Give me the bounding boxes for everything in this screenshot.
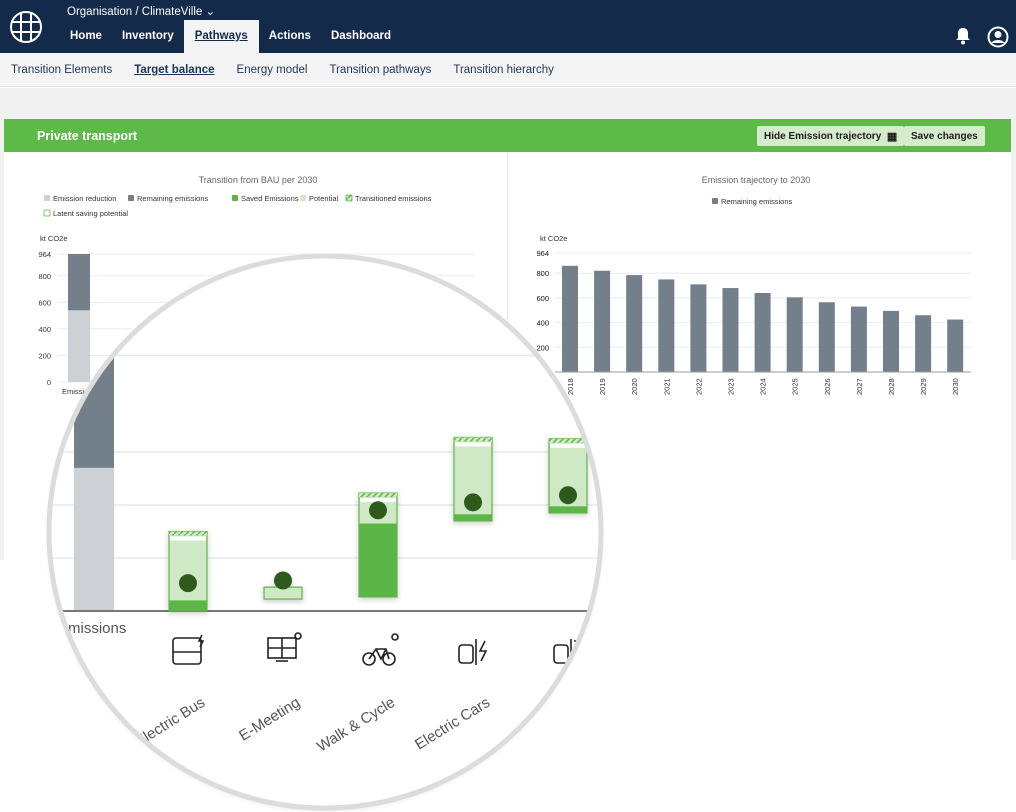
y-axis-label: kt CO2e xyxy=(40,234,68,243)
magnifier-background xyxy=(50,257,600,807)
legend-label[interactable]: Latent saving potential xyxy=(53,209,128,218)
bar-Electric Bus xyxy=(168,530,208,612)
x-tick-label: 2020 xyxy=(630,378,639,395)
x-tick-label: 2023 xyxy=(727,378,736,395)
legend-swatch xyxy=(300,195,306,201)
x-tick-label: 2026 xyxy=(823,378,832,395)
legend-label[interactable]: Emission reduction xyxy=(53,194,116,203)
bar-2023 xyxy=(722,288,739,372)
bar-remaining-emissions xyxy=(68,254,90,311)
y-tick-label: 400 xyxy=(38,325,51,334)
x-tick-label: 2029 xyxy=(919,378,928,395)
bar-2025 xyxy=(786,297,803,372)
x-tick-label: 2028 xyxy=(887,378,896,395)
legend-swatch xyxy=(44,195,50,201)
y-tick-label: 200 xyxy=(536,343,549,352)
y-tick-label: 600 xyxy=(38,298,51,307)
chart-title: Emission trajectory to 2030 xyxy=(702,175,811,185)
bar-2022 xyxy=(690,284,707,372)
bar-2026 xyxy=(818,302,835,372)
y-tick-label: 964 xyxy=(38,250,51,259)
legend-swatch xyxy=(345,194,353,202)
saved-segment xyxy=(454,514,492,521)
bar-2027 xyxy=(850,306,867,372)
x-tick-label: 2030 xyxy=(951,378,960,395)
transitioned-segment xyxy=(454,437,492,442)
x-tick-label: 2024 xyxy=(759,378,768,395)
saved-segment xyxy=(169,600,207,611)
target-marker[interactable] xyxy=(559,486,577,505)
x-tick-label: 2025 xyxy=(791,378,800,395)
y-tick-label: 400 xyxy=(536,319,549,328)
y-tick-label: 800 xyxy=(536,269,549,278)
target-marker[interactable] xyxy=(179,574,197,593)
chart-title: Transition from BAU per 2030 xyxy=(199,175,318,185)
bar-2028 xyxy=(883,310,899,372)
saved-segment xyxy=(359,523,397,597)
y-tick-label: 200 xyxy=(38,351,51,360)
x-tick-label: 2022 xyxy=(694,378,703,395)
y-tick-label: 964 xyxy=(536,249,549,258)
bar-Passenger xyxy=(548,438,588,514)
x-tick-label: 2018 xyxy=(566,378,575,395)
legend-label[interactable]: Remaining emissions xyxy=(137,194,209,203)
target-marker[interactable] xyxy=(464,493,482,512)
bar-2020 xyxy=(626,275,643,372)
bar-2029 xyxy=(915,315,932,372)
bar-2030 xyxy=(947,319,964,372)
saved-segment xyxy=(549,506,587,513)
bar-emission-reduction xyxy=(68,310,90,382)
legend-swatch xyxy=(712,198,718,204)
potential-segment xyxy=(168,530,208,612)
bar-2024 xyxy=(754,292,771,372)
transitioned-segment xyxy=(169,531,207,536)
x-tick-label: 2019 xyxy=(598,378,607,395)
y-tick-label: 600 xyxy=(536,294,549,303)
legend-label[interactable]: Remaining emissions xyxy=(721,197,793,206)
y-tick-label: 800 xyxy=(38,272,51,281)
legend-swatch xyxy=(43,209,51,217)
legend-label[interactable]: Potential xyxy=(309,194,339,203)
bar-2021 xyxy=(658,279,675,372)
latent-segment xyxy=(170,536,206,541)
latent-segment xyxy=(550,443,586,448)
magnifier-lens: EmissionsElectric Bus E-Meeting Walk & Cyc… xyxy=(46,253,604,811)
bar-Walk & Cycle xyxy=(358,492,398,598)
latent-segment xyxy=(455,442,491,447)
bar-emission-reduction xyxy=(74,467,114,611)
target-marker[interactable] xyxy=(274,571,292,590)
legend-swatch xyxy=(232,195,238,201)
legend-label[interactable]: Saved Emissions xyxy=(241,194,299,203)
legend-label[interactable]: Transitioned emissions xyxy=(355,194,432,203)
bar-2018 xyxy=(562,265,578,372)
x-tick-label: 2027 xyxy=(855,378,864,395)
transitioned-segment xyxy=(359,493,397,498)
y-tick-label: 0 xyxy=(47,378,51,387)
x-tick-label: 2021 xyxy=(662,378,671,395)
transitioned-segment xyxy=(549,438,587,443)
y-axis-label: kt CO2e xyxy=(540,234,568,243)
charts-layer: Transition from BAU per 2030 Emission red… xyxy=(38,175,971,811)
bar-Electric Cars xyxy=(453,436,493,522)
target-marker[interactable] xyxy=(369,501,387,520)
bar-2019 xyxy=(594,270,611,372)
legend-swatch xyxy=(128,195,134,201)
